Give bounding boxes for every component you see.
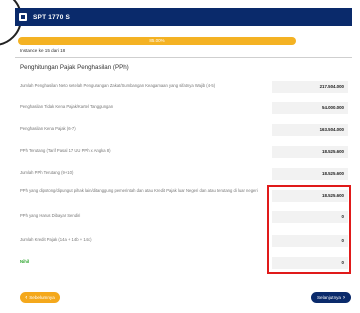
row-label-neto: Jumlah Penghasilan Neto setelah Penguran… [20,83,216,88]
divider [15,57,352,58]
highlight-box [267,185,351,274]
next-button-label: Selanjutnya [316,295,341,300]
row-label-ptkp: Penghasilan Tidak Kena Pajak/Kartel Tang… [20,104,114,109]
chevron-right-icon: › [343,294,345,301]
row-label-pph-dipotong: PPh yang dipotong/dipungut pihak lain/di… [20,188,258,193]
row-value-ptkp[interactable]: 54.000.000 [272,102,348,114]
row-value-pkp[interactable]: 163.504.000 [272,124,348,136]
instance-counter: Instance ke 15 dari 18 [20,48,66,53]
previous-button-label: Sebelumnya [29,295,55,300]
row-label-kredit-pajak: Jumlah Kredit Pajak (14a + 14b + 14c) [20,237,92,242]
section-title: Penghitungan Pajak Penghasilan (PPh) [20,64,129,71]
row-value-pph-terutang[interactable]: 18.525.600 [272,146,348,158]
row-label-jumlah-pph: Jumlah PPh Terutang (9+10) [20,170,74,175]
row-value-neto[interactable]: 217.504.000 [272,81,348,93]
app-logo-icon [19,13,27,21]
row-label-nihil: Nihil [20,259,30,264]
progress-bar: 85.00% [18,37,296,45]
app-header: SPT 1770 S [15,8,352,26]
stage: SPT 1770 S 85.00% Instance ke 15 dari 18… [0,0,360,313]
row-label-harus-dibayar: PPh yang Harus Dibayar Sendiri [20,213,81,218]
previous-button[interactable]: ‹ Sebelumnya [20,292,60,303]
progress-percent-label: 85.00% [149,38,165,43]
row-label-pkp: Penghasilan Kena Pajak (6-7) [20,126,76,131]
row-label-pph-terutang: PPh Terutang (Tarif Pasal 17 UU PPh x An… [20,148,111,153]
row-value-jumlah-pph[interactable]: 18.525.600 [272,168,348,180]
header-title: SPT 1770 S [33,13,71,21]
chevron-left-icon: ‹ [25,294,28,301]
next-button[interactable]: Selanjutnya › [311,292,351,303]
